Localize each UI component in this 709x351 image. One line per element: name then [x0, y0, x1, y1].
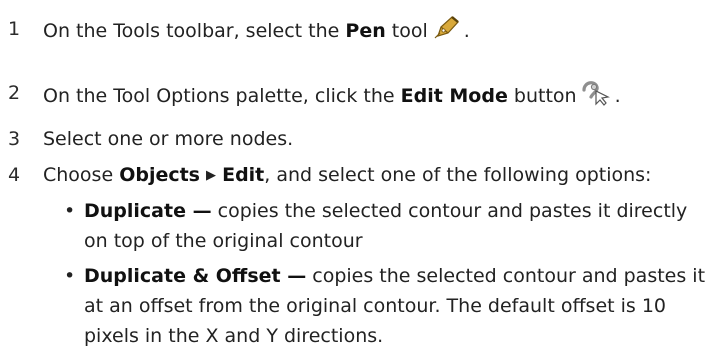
- instruction-document: 1 On the Tools toolbar, select the Pen t…: [0, 0, 709, 350]
- option-term: Duplicate —: [84, 200, 212, 222]
- objects-menu-label: Objects: [119, 164, 200, 186]
- edit-mode-icon: [581, 78, 615, 115]
- step-text: On the Tool Options palette, click the E…: [43, 78, 621, 115]
- bullet-icon: •: [64, 200, 76, 222]
- step-number: 4: [8, 164, 21, 186]
- bullet-icon: •: [64, 265, 76, 287]
- edit-menu-label: Edit: [222, 164, 265, 186]
- option-text: Duplicate & Offset — copies the selected…: [84, 265, 706, 347]
- step-number: 3: [8, 128, 21, 150]
- pen-label: Pen: [345, 20, 386, 42]
- edit-mode-label: Edit Mode: [400, 85, 508, 107]
- step-text: Select one or more nodes.: [43, 128, 294, 150]
- step-number: 1: [8, 18, 21, 40]
- step-number: 2: [8, 82, 21, 104]
- step-text: Choose Objects ▶ Edit, and select one of…: [43, 164, 652, 186]
- option-term: Duplicate & Offset —: [84, 265, 307, 287]
- step-text: On the Tools toolbar, select the Pen too…: [43, 14, 470, 49]
- option-text: Duplicate — copies the selected contour …: [84, 200, 688, 252]
- pen-tool-icon: [432, 14, 464, 49]
- submenu-arrow-icon: ▶: [206, 168, 217, 183]
